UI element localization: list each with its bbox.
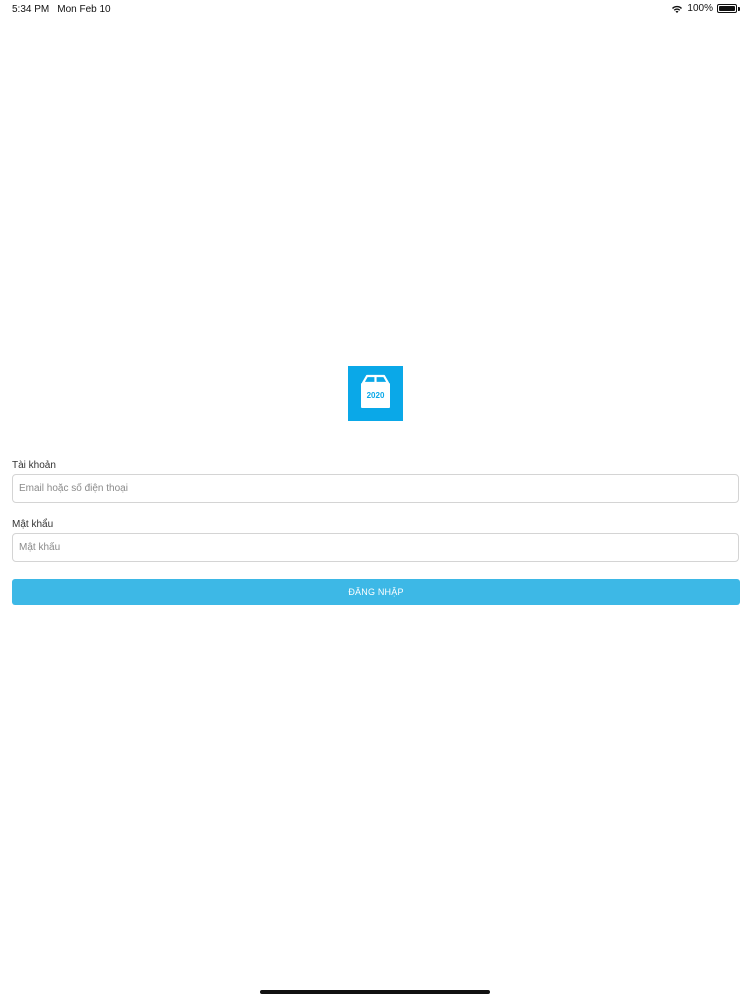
account-input[interactable] <box>12 474 739 503</box>
status-time: 5:34 PM <box>12 4 50 15</box>
login-button[interactable]: ĐĂNG NHẬP <box>12 579 740 605</box>
password-label: Mật khẩu <box>12 519 54 530</box>
password-input[interactable] <box>12 533 739 562</box>
status-bar: 5:34 PM Mon Feb 10 100% <box>0 0 750 20</box>
battery-percentage: 100% <box>687 3 713 14</box>
account-label: Tài khoản <box>12 460 56 471</box>
logo-year: 2020 <box>366 391 385 400</box>
login-form: Tài khoản Mật khẩu ĐĂNG NHẬP <box>12 460 740 605</box>
status-date: Mon Feb 10 <box>57 4 111 15</box>
status-left: 5:34 PM Mon Feb 10 <box>12 4 111 15</box>
login-screen: 5:34 PM Mon Feb 10 100% 2020 Tài khoản E… <box>0 0 750 1000</box>
status-right: 100% <box>671 3 740 14</box>
battery-icon <box>717 4 740 13</box>
home-indicator[interactable] <box>260 990 490 994</box>
app-logo: 2020 <box>348 366 403 421</box>
wifi-icon <box>672 5 683 13</box>
